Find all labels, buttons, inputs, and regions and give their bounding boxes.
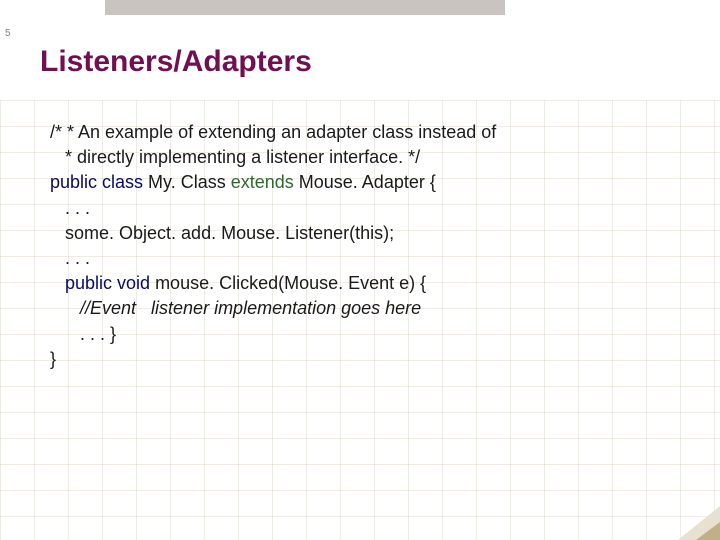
kw-public-class: public class	[50, 172, 143, 192]
code-span-classname: My. Class	[143, 172, 231, 192]
corner-accent-icon	[670, 500, 720, 540]
code-line-7: public void mouse. Clicked(Mouse. Event …	[50, 271, 670, 296]
code-span-method: mouse. Clicked(Mouse. Event e) {	[150, 273, 426, 293]
code-block: /* * An example of extending an adapter …	[50, 120, 670, 372]
kw-extends: extends	[231, 172, 294, 192]
code-line-4: . . .	[50, 196, 670, 221]
code-line-1: /* * An example of extending an adapter …	[50, 120, 670, 145]
kw-public-void: public void	[50, 273, 150, 293]
code-line-9: . . . }	[50, 322, 670, 347]
code-line-10: }	[50, 347, 670, 372]
code-line-6: . . .	[50, 246, 670, 271]
code-line-8-comment: //Event listener implementation goes her…	[50, 296, 670, 321]
code-span-superclass: Mouse. Adapter {	[294, 172, 436, 192]
code-line-5: some. Object. add. Mouse. Listener(this)…	[50, 221, 670, 246]
slide-title: Listeners/Adapters	[40, 45, 312, 79]
slide-number: 5	[5, 28, 11, 39]
top-accent-bar	[105, 0, 505, 15]
code-line-2: * directly implementing a listener inter…	[50, 145, 670, 170]
code-line-3: public class My. Class extends Mouse. Ad…	[50, 170, 670, 195]
